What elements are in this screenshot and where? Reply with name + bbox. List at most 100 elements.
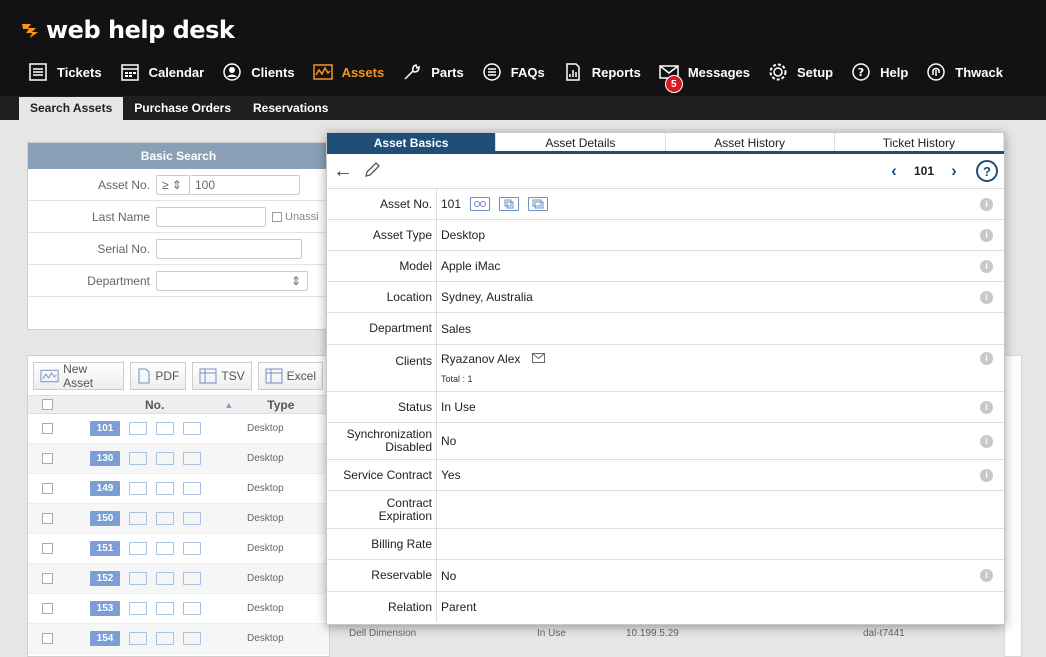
clone-icon[interactable] xyxy=(183,482,201,495)
binoculars-icon[interactable] xyxy=(129,512,147,525)
asset-number-badge[interactable]: 130 xyxy=(90,451,120,466)
tab-asset-details[interactable]: Asset Details xyxy=(496,133,666,151)
unassigned-checkbox[interactable]: Unassi xyxy=(272,211,319,223)
last-name-input[interactable] xyxy=(156,206,266,227)
info-icon[interactable]: i xyxy=(980,198,993,211)
asset-no-operator-select[interactable]: ≥ ⇕ xyxy=(156,174,190,195)
table-row[interactable]: 154 Desktop xyxy=(28,624,329,654)
asset-number-badge[interactable]: 154 xyxy=(90,631,120,646)
excel-button[interactable]: Excel xyxy=(257,361,323,390)
asset-number-badge[interactable]: 153 xyxy=(90,601,120,616)
copy-icon[interactable] xyxy=(156,572,174,585)
tab-asset-basics[interactable]: Asset Basics xyxy=(327,133,497,151)
nav-tickets[interactable]: Tickets xyxy=(28,62,102,82)
info-icon[interactable]: i xyxy=(980,435,993,448)
binoculars-icon[interactable] xyxy=(129,602,147,615)
asset-number-badge[interactable]: 151 xyxy=(90,541,120,556)
asset-number-badge[interactable]: 150 xyxy=(90,511,120,526)
binoculars-icon[interactable] xyxy=(129,632,147,645)
nav-setup[interactable]: Setup xyxy=(768,62,833,82)
clone-icon[interactable] xyxy=(183,512,201,525)
client-name-link[interactable]: Ryazanov Alex xyxy=(441,352,520,366)
nav-faqs[interactable]: FAQs xyxy=(482,62,545,82)
table-row[interactable]: 150 Desktop xyxy=(28,504,329,534)
clone-icon[interactable] xyxy=(183,632,201,645)
binoculars-icon[interactable] xyxy=(129,572,147,585)
serial-input[interactable] xyxy=(156,238,302,259)
nav-assets[interactable]: Assets xyxy=(312,62,384,82)
clone-icon[interactable] xyxy=(183,572,201,585)
nav-reports[interactable]: Reports xyxy=(563,62,641,82)
department-select[interactable]: ⇕ xyxy=(156,270,308,291)
table-row[interactable]: 101 Desktop xyxy=(28,414,329,444)
table-row[interactable]: 153 Desktop xyxy=(28,594,329,624)
info-icon[interactable]: i xyxy=(980,569,993,582)
asset-no-input[interactable]: 100 xyxy=(190,174,300,195)
nav-thwack[interactable]: Thwack xyxy=(926,62,1003,82)
sort-asc-icon[interactable]: ▲ xyxy=(224,400,233,410)
nav-parts[interactable]: Parts xyxy=(402,62,464,82)
copy-icon[interactable] xyxy=(156,512,174,525)
info-icon[interactable]: i xyxy=(980,260,993,273)
asset-number-badge[interactable]: 149 xyxy=(90,481,120,496)
binoculars-icon[interactable] xyxy=(129,542,147,555)
row-checkbox[interactable] xyxy=(42,423,53,434)
clone-icon[interactable] xyxy=(183,452,201,465)
nav-calendar[interactable]: Calendar xyxy=(120,62,204,82)
copy-icon[interactable] xyxy=(156,632,174,645)
copy-icon[interactable] xyxy=(156,452,174,465)
asset-number-badge[interactable]: 152 xyxy=(90,571,120,586)
binoculars-icon[interactable] xyxy=(470,197,491,211)
clone-icon[interactable] xyxy=(183,422,201,435)
clone-icon[interactable] xyxy=(183,542,201,555)
asset-number-badge[interactable]: 101 xyxy=(90,421,120,436)
info-icon[interactable]: i xyxy=(980,229,993,242)
nav-help[interactable]: ? Help xyxy=(851,62,908,82)
row-checkbox[interactable] xyxy=(42,603,53,614)
table-row[interactable]: 149 Desktop xyxy=(28,474,329,504)
binoculars-icon[interactable] xyxy=(129,482,147,495)
info-icon[interactable]: i xyxy=(980,291,993,304)
new-asset-button[interactable]: New Asset xyxy=(33,361,125,390)
select-all-checkbox[interactable] xyxy=(42,399,53,410)
row-checkbox[interactable] xyxy=(42,513,53,524)
tab-ticket-history[interactable]: Ticket History xyxy=(834,133,1004,151)
next-record-icon[interactable]: › xyxy=(946,161,962,181)
row-checkbox[interactable] xyxy=(42,633,53,644)
info-icon[interactable]: i xyxy=(980,469,993,482)
clone-icon[interactable] xyxy=(528,197,549,211)
nav-clients[interactable]: Clients xyxy=(222,62,295,82)
col-no-header[interactable]: No. xyxy=(145,398,164,412)
col-type-header[interactable]: Type xyxy=(267,398,294,412)
previous-record-icon[interactable]: ‹ xyxy=(886,161,902,181)
email-envelope-icon[interactable] xyxy=(532,352,546,366)
row-checkbox[interactable] xyxy=(42,543,53,554)
tab-asset-history[interactable]: Asset History xyxy=(665,133,835,151)
logo[interactable]: web help desk xyxy=(22,14,235,46)
tsv-button[interactable]: TSV xyxy=(192,361,252,390)
nav-messages[interactable]: 5 Messages xyxy=(659,62,750,93)
tab-reservations[interactable]: Reservations xyxy=(242,97,339,120)
pdf-button[interactable]: PDF xyxy=(130,361,187,390)
row-checkbox[interactable] xyxy=(42,483,53,494)
binoculars-icon[interactable] xyxy=(129,422,147,435)
table-row[interactable]: 130 Desktop xyxy=(28,444,329,474)
info-icon[interactable]: i xyxy=(980,352,993,365)
table-row[interactable]: 151 Desktop xyxy=(28,534,329,564)
edit-pencil-icon[interactable] xyxy=(363,161,381,182)
clone-icon[interactable] xyxy=(183,602,201,615)
copy-icon[interactable] xyxy=(499,197,520,211)
row-checkbox[interactable] xyxy=(42,573,53,584)
tab-search-assets[interactable]: Search Assets xyxy=(19,97,124,120)
copy-icon[interactable] xyxy=(156,542,174,555)
copy-icon[interactable] xyxy=(156,482,174,495)
help-circle-icon[interactable]: ? xyxy=(976,160,998,182)
binoculars-icon[interactable] xyxy=(129,452,147,465)
copy-icon[interactable] xyxy=(156,422,174,435)
copy-icon[interactable] xyxy=(156,602,174,615)
row-checkbox[interactable] xyxy=(42,453,53,464)
table-row[interactable]: 152 Desktop xyxy=(28,564,329,594)
back-arrow-icon[interactable]: ← xyxy=(333,161,353,181)
tab-purchase-orders[interactable]: Purchase Orders xyxy=(123,97,242,120)
info-icon[interactable]: i xyxy=(980,401,993,414)
